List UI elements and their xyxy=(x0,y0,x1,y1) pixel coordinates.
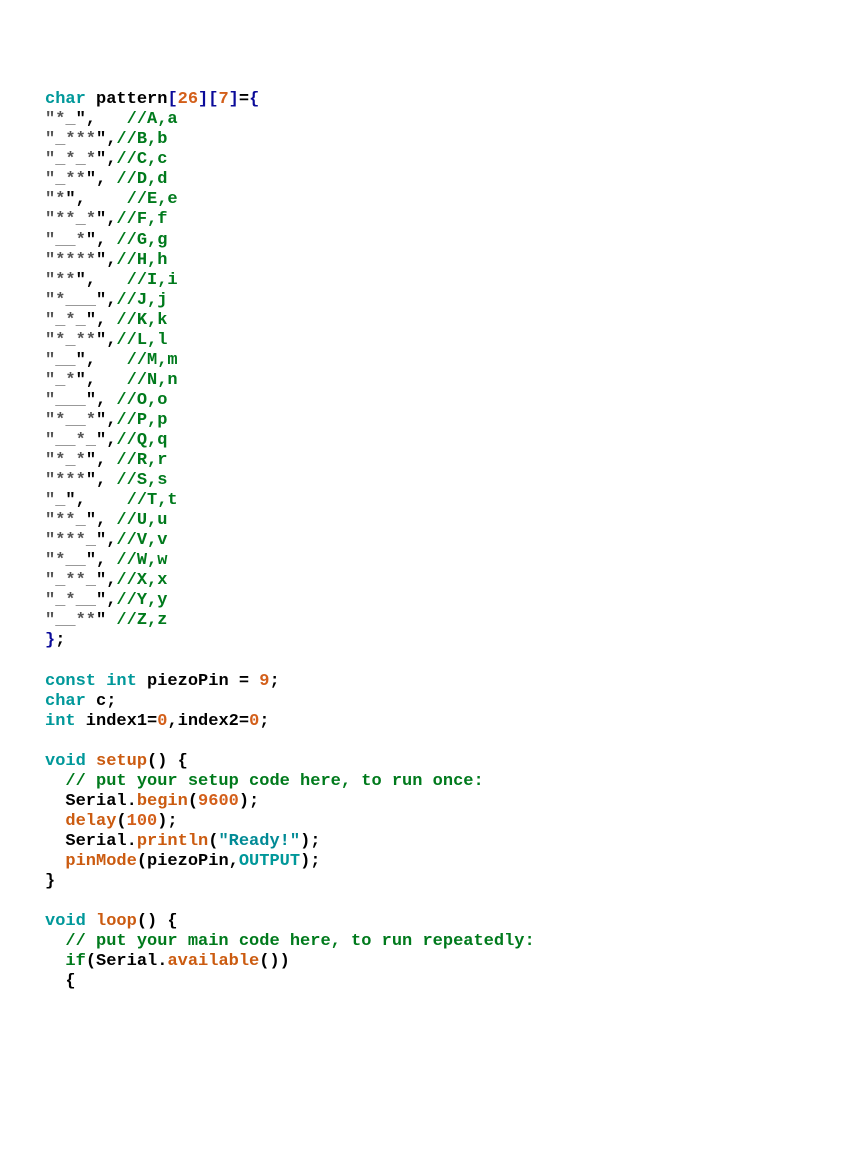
code-block: char pattern[26][7]={"* ", //A,a" ***",/… xyxy=(0,80,845,992)
